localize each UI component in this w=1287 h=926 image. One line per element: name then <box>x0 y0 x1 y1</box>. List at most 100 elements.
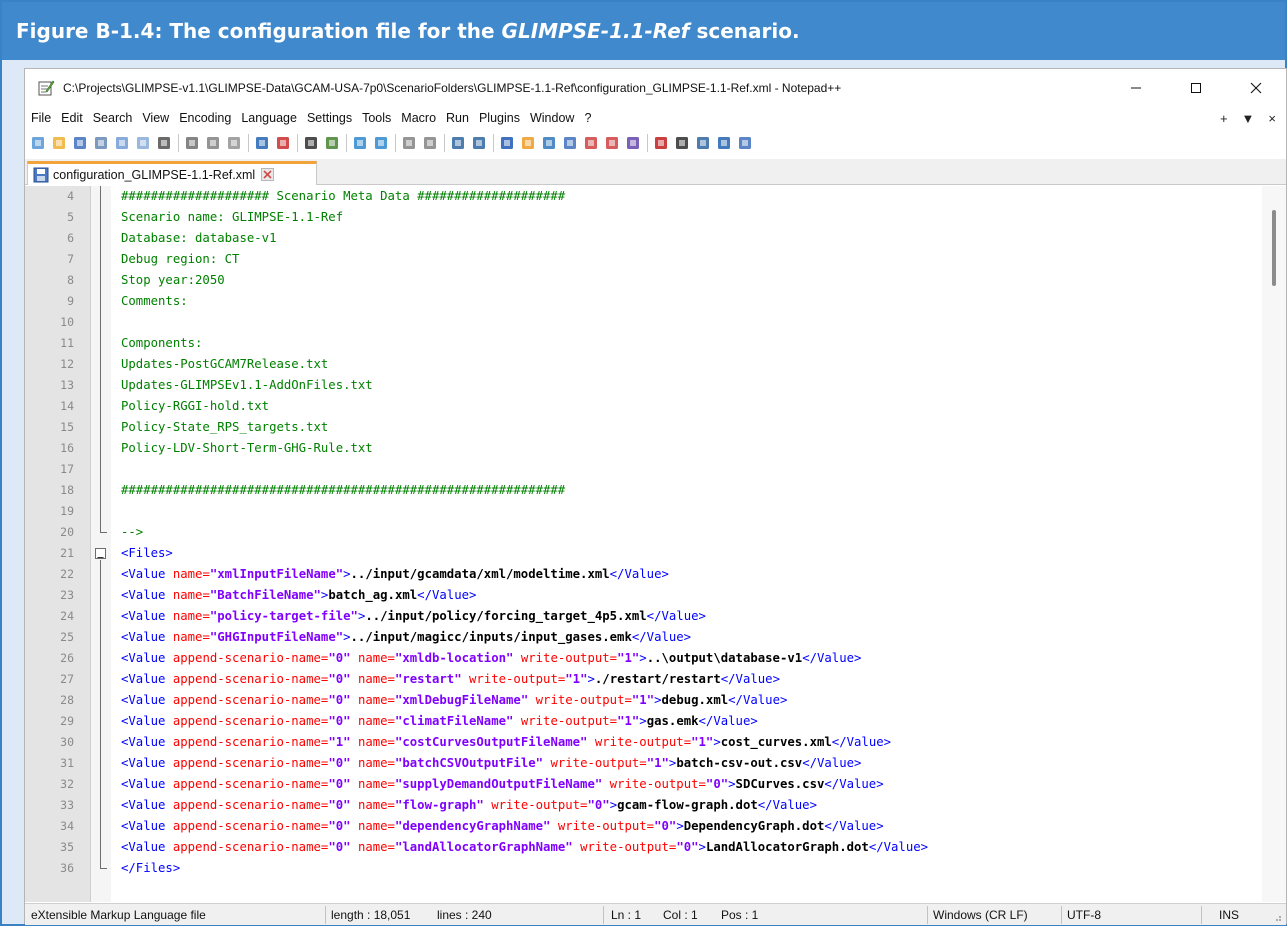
code-line[interactable]: 14 Policy-RGGI-hold.txt <box>25 396 1260 417</box>
close-window-button[interactable] <box>1226 69 1286 107</box>
code-line[interactable]: 10 <box>25 312 1260 333</box>
resize-grip-icon[interactable] <box>1272 912 1282 922</box>
word-wrap-icon[interactable] <box>449 134 467 152</box>
code-line[interactable]: 26 <Value append-scenario-name="0" name="… <box>25 648 1260 669</box>
zoom-in-icon[interactable] <box>351 134 369 152</box>
close-doc-button[interactable]: × <box>1268 111 1276 126</box>
code-line[interactable]: 25 <Value name="GHGInputFileName">../inpu… <box>25 627 1260 648</box>
code-token: batch_ag.xml <box>328 588 418 602</box>
code-editor[interactable]: 4 #################### Scenario Meta Data… <box>25 186 1286 902</box>
code-line[interactable]: 36 </Files> <box>25 858 1260 879</box>
code-line[interactable]: 17 <box>25 459 1260 480</box>
function-list-icon[interactable] <box>561 134 579 152</box>
code-line[interactable]: 13 Updates-GLIMPSEv1.1-AddOnFiles.txt <box>25 375 1260 396</box>
line-code: <Value name="xmlInputFileName">../input/… <box>121 564 669 585</box>
code-line[interactable]: 27 <Value append-scenario-name="0" name="… <box>25 669 1260 690</box>
save-macro-icon[interactable] <box>736 134 754 152</box>
code-line[interactable]: 32 <Value append-scenario-name="0" name="… <box>25 774 1260 795</box>
indent-guide-icon[interactable] <box>498 134 516 152</box>
monitoring-icon[interactable] <box>624 134 642 152</box>
fold-toggle-icon[interactable] <box>95 548 106 559</box>
paste-icon[interactable] <box>225 134 243 152</box>
show-all-characters-icon[interactable] <box>470 134 488 152</box>
menu-language[interactable]: Language <box>236 111 302 125</box>
code-line[interactable]: 7 Debug region: CT <box>25 249 1260 270</box>
code-line[interactable]: 33 <Value append-scenario-name="0" name="… <box>25 795 1260 816</box>
menu-search[interactable]: Search <box>88 111 138 125</box>
folder-as-workspace-icon[interactable] <box>582 134 600 152</box>
menu-encoding[interactable]: Encoding <box>174 111 236 125</box>
code-line[interactable]: 12 Updates-PostGCAM7Release.txt <box>25 354 1260 375</box>
replace-icon[interactable] <box>323 134 341 152</box>
doc-list-icon[interactable] <box>603 134 621 152</box>
code-line[interactable]: 28 <Value append-scenario-name="0" name="… <box>25 690 1260 711</box>
menu-run[interactable]: Run <box>441 111 474 125</box>
code-line[interactable]: 21 <Files> <box>25 543 1260 564</box>
code-line[interactable]: 30 <Value append-scenario-name="1" name="… <box>25 732 1260 753</box>
zoom-out-icon[interactable] <box>372 134 390 152</box>
sync-horizontal-icon[interactable] <box>421 134 439 152</box>
stop-macro-icon[interactable] <box>673 134 691 152</box>
code-token: gcam-flow-graph.dot <box>617 798 758 812</box>
figure-caption: Figure B-1.4: The configuration file for… <box>2 2 1285 60</box>
code-line[interactable]: 22 <Value name="xmlInputFileName">../inpu… <box>25 564 1260 585</box>
code-line[interactable]: 34 <Value append-scenario-name="0" name="… <box>25 816 1260 837</box>
code-line[interactable]: 11 Components: <box>25 333 1260 354</box>
save-all-icon[interactable] <box>92 134 110 152</box>
save-icon[interactable] <box>71 134 89 152</box>
code-line[interactable]: 24 <Value name="policy-target-file">../in… <box>25 606 1260 627</box>
print-icon[interactable] <box>155 134 173 152</box>
tab-close-icon[interactable] <box>261 168 275 181</box>
new-tab-button[interactable]: + <box>1220 111 1228 126</box>
code-line[interactable]: 8 Stop year:2050 <box>25 270 1260 291</box>
code-line[interactable]: 16 Policy-LDV-Short-Term-GHG-Rule.txt <box>25 438 1260 459</box>
new-file-icon[interactable] <box>29 134 47 152</box>
menu-edit[interactable]: Edit <box>56 111 88 125</box>
line-number: 17 <box>60 462 74 476</box>
redo-icon[interactable] <box>274 134 292 152</box>
menu-file[interactable]: File <box>25 111 56 125</box>
cut-icon[interactable] <box>183 134 201 152</box>
close-all-icon[interactable] <box>134 134 152 152</box>
play-macro-icon[interactable] <box>694 134 712 152</box>
open-file-icon[interactable] <box>50 134 68 152</box>
menu-tools[interactable]: Tools <box>357 111 396 125</box>
code-line[interactable]: 23 <Value name="BatchFileName">batch_ag.x… <box>25 585 1260 606</box>
code-line[interactable]: 4 #################### Scenario Meta Data… <box>25 186 1260 207</box>
menu-window[interactable]: Window <box>525 111 579 125</box>
caption-suffix: scenario. <box>689 19 800 43</box>
find-icon[interactable] <box>302 134 320 152</box>
maximize-button[interactable] <box>1166 69 1226 107</box>
record-macro-icon[interactable] <box>652 134 670 152</box>
code-line[interactable]: 31 <Value append-scenario-name="0" name="… <box>25 753 1260 774</box>
menu-help[interactable]: ? <box>579 111 596 125</box>
copy-icon[interactable] <box>204 134 222 152</box>
tab-list-button[interactable]: ▼ <box>1242 111 1255 126</box>
vertical-scrollbar[interactable] <box>1262 186 1286 902</box>
line-code: <Value append-scenario-name="0" name="fl… <box>121 795 817 816</box>
code-line[interactable]: 9 Comments: <box>25 291 1260 312</box>
code-line[interactable]: 6 Database: database-v1 <box>25 228 1260 249</box>
status-file-type: eXtensible Markup Language file <box>31 908 206 922</box>
menu-plugins[interactable]: Plugins <box>474 111 525 125</box>
user-language-icon[interactable] <box>519 134 537 152</box>
code-line[interactable]: 5 Scenario name: GLIMPSE-1.1-Ref <box>25 207 1260 228</box>
undo-icon[interactable] <box>253 134 271 152</box>
doc-map-icon[interactable] <box>540 134 558 152</box>
menu-settings[interactable]: Settings <box>302 111 357 125</box>
run-macro-multiple-icon[interactable] <box>715 134 733 152</box>
code-line[interactable]: 19 <box>25 501 1260 522</box>
code-line[interactable]: 15 Policy-State_RPS_targets.txt <box>25 417 1260 438</box>
code-line[interactable]: 18 ######################################… <box>25 480 1260 501</box>
line-number: 16 <box>60 441 74 455</box>
menu-macro[interactable]: Macro <box>396 111 441 125</box>
scrollbar-thumb[interactable] <box>1272 210 1276 286</box>
code-line[interactable]: 29 <Value append-scenario-name="0" name="… <box>25 711 1260 732</box>
code-line[interactable]: 35 <Value append-scenario-name="0" name="… <box>25 837 1260 858</box>
sync-vertical-icon[interactable] <box>400 134 418 152</box>
minimize-button[interactable] <box>1106 69 1166 107</box>
tab-configuration-file[interactable]: configuration_GLIMPSE-1.1-Ref.xml <box>27 161 317 185</box>
code-line[interactable]: 20 --> <box>25 522 1260 543</box>
menu-view[interactable]: View <box>137 111 174 125</box>
close-icon[interactable] <box>113 134 131 152</box>
